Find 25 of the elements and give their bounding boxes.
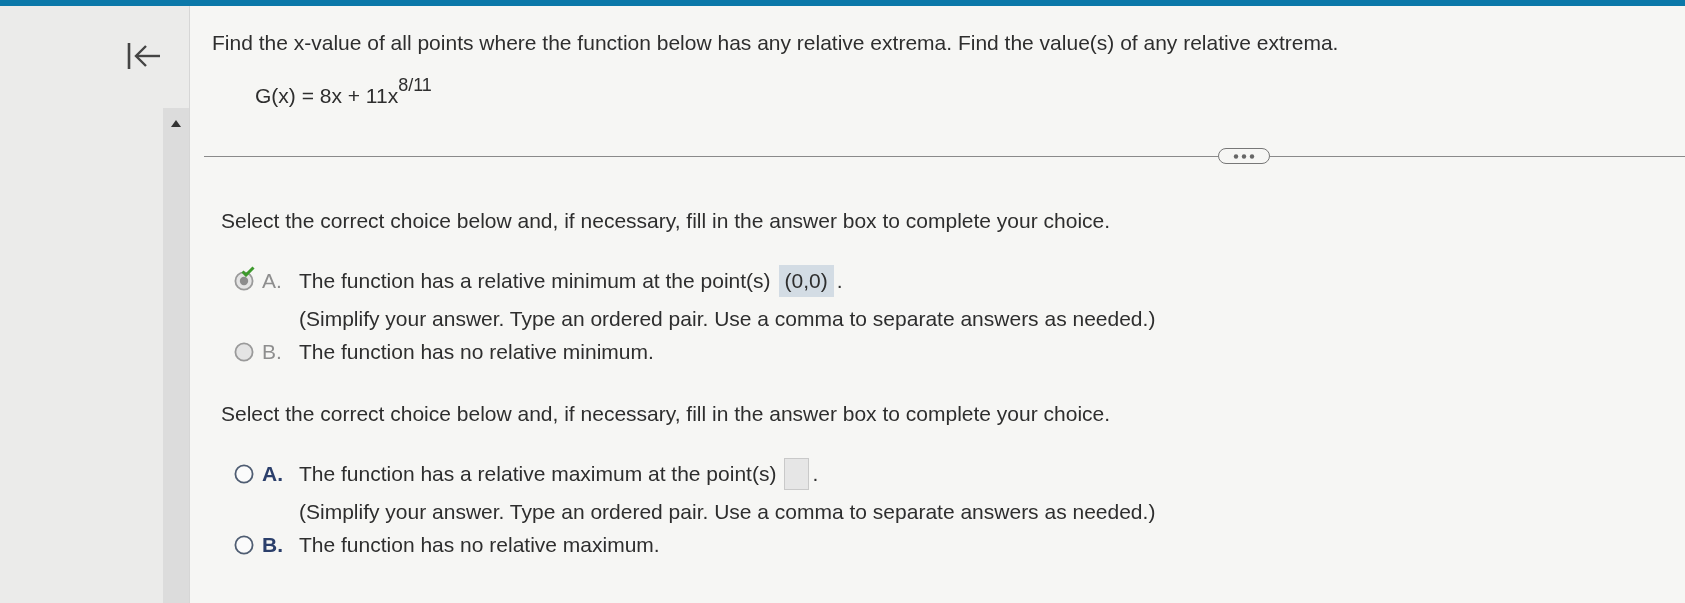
hint-text: (Simplify your answer. Type an ordered pair. Use a comma to separate answers as needed.)	[299, 499, 1156, 525]
choice-text: The function has no relative maximum.	[299, 533, 660, 557]
choice-letter: A.	[262, 268, 283, 294]
radio-button[interactable]	[234, 271, 254, 291]
radio-button[interactable]	[234, 464, 254, 484]
instruction-text: Select the correct choice below and, if necessary, fill in the answer box to complete your choice.	[221, 402, 1111, 426]
scroll-up-icon[interactable]	[171, 120, 182, 127]
answer-box[interactable]: (0,0)	[778, 265, 834, 297]
choice-letter: A.	[262, 461, 284, 487]
more-button[interactable]	[1218, 148, 1270, 164]
radio-button[interactable]	[234, 342, 254, 362]
choice-text: The function has a relative maximum at the point(s)	[299, 462, 777, 486]
choice-letter: B.	[262, 532, 284, 558]
radio-button[interactable]	[234, 535, 254, 555]
question-text: Find the x-value of all points where the function below has any relative extrema. Find the value(s) of any relative extrema.	[212, 31, 1339, 55]
instruction-text: Select the correct choice below and, if necessary, fill in the answer box to complete your choice.	[221, 209, 1111, 233]
choice-text: The function has a relative minimum at the point(s)	[299, 269, 771, 293]
hint-text: (Simplify your answer. Type an ordered pair. Use a comma to separate answers as needed.)	[299, 306, 1156, 332]
sentence-period: .	[812, 462, 819, 486]
choice-text: The function has no relative minimum.	[299, 340, 654, 364]
scrollbar[interactable]	[163, 108, 189, 603]
choice-letter: B.	[262, 339, 283, 365]
function-equation: G(x) = 8x + 11x$^{8/11}$	[255, 74, 432, 106]
sentence-period: .	[836, 269, 843, 293]
ellipsis-icon	[1233, 153, 1255, 159]
